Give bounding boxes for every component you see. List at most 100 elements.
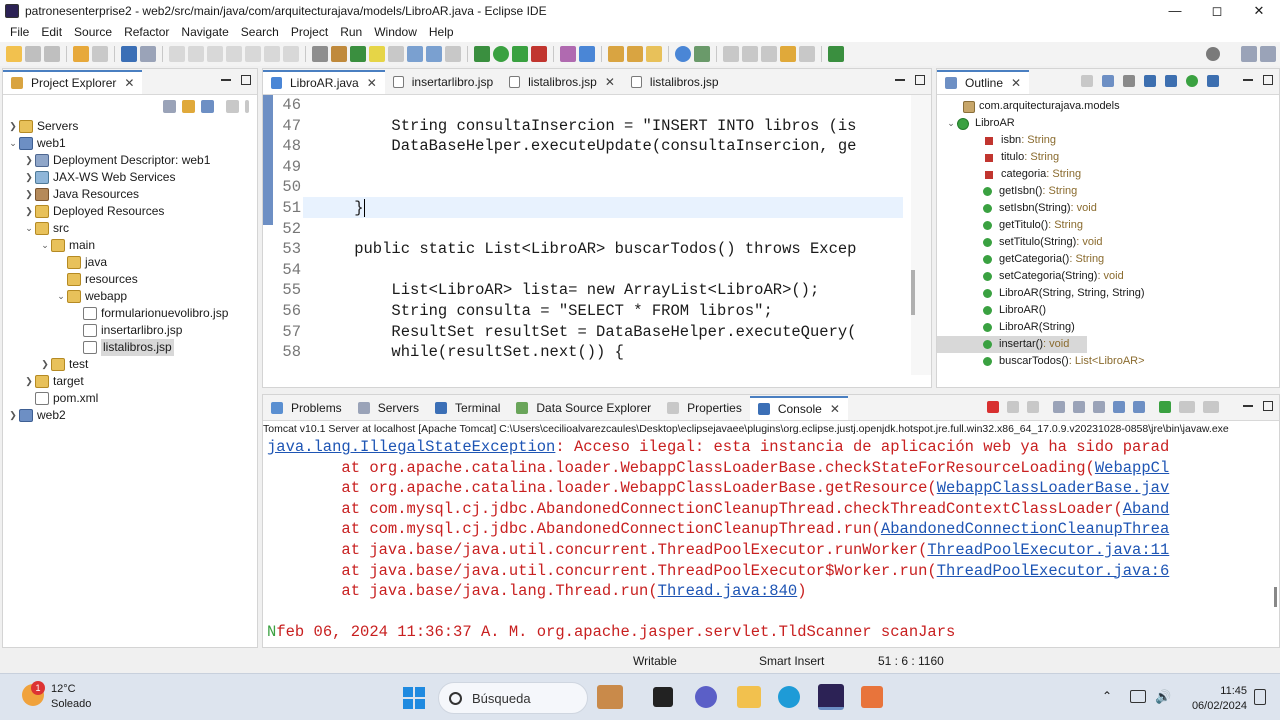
maximize-view-icon[interactable] [241,75,251,85]
outline-member[interactable]: titulo : String [937,149,1059,166]
tab-outline[interactable]: Outline ✕ [937,69,1030,94]
hide-nonpublic-icon[interactable] [1186,75,1198,87]
open-type-icon[interactable] [331,46,347,62]
scroll-lock-icon[interactable] [1073,401,1085,413]
show-whitespace-icon[interactable] [445,46,461,62]
outline-package[interactable]: com.arquitecturajava.models [937,98,1120,115]
file-explorer-icon[interactable] [737,686,761,708]
maximize-view-icon[interactable] [915,75,925,85]
java-ee-perspective-icon[interactable] [1241,46,1257,62]
tree-item-formularionuevolibro[interactable]: formularionuevolibro.jsp [3,305,228,322]
close-icon[interactable]: ✕ [124,76,134,90]
outline-member[interactable]: setTitulo(String) : void [937,234,1103,251]
sync-icon[interactable] [1081,75,1093,87]
edge-icon[interactable] [778,686,800,708]
outline-member[interactable]: LibroAR(String) [937,319,1075,336]
stack-link[interactable]: ThreadPoolExecutor.java:6 [937,562,1170,580]
undo-icon[interactable] [73,46,89,62]
highlight-icon[interactable] [369,46,385,62]
close-button[interactable]: ✕ [1238,0,1280,22]
clock[interactable]: 11:45 06/02/2024 [1183,684,1247,714]
outline-member[interactable]: setIsbn(String) : void [937,200,1097,217]
widgets-icon[interactable] [597,685,623,709]
show-stderr-icon[interactable] [1133,401,1145,413]
sort-icon[interactable] [1123,75,1135,87]
tab-console[interactable]: Console ✕ [749,395,848,420]
menu-source[interactable]: Source [68,25,118,39]
remove-all-icon[interactable] [1027,401,1039,413]
maximize-view-icon[interactable] [1263,401,1273,411]
globe-icon[interactable] [675,46,691,62]
tree-item-web2[interactable]: ❯ web2 [3,407,66,424]
tab-insertarlibro-jsp[interactable]: insertarlibro.jsp [385,70,501,94]
tab-terminal[interactable]: Terminal [427,396,508,420]
save-all-icon[interactable] [44,46,60,62]
search-tool-icon[interactable] [646,46,662,62]
tab-problems[interactable]: Problems [263,396,350,420]
tree-item-main[interactable]: ⌄ main [3,237,95,254]
next-annotation-icon[interactable] [388,46,404,62]
outline-member[interactable]: getIsbn() : String [937,183,1077,200]
app-icon[interactable] [861,686,883,708]
tab-data-source-explorer[interactable]: Data Source Explorer [508,396,659,420]
step-into-icon[interactable] [245,46,261,62]
outline-member[interactable]: categoria : String [937,166,1081,183]
debug-icon[interactable] [474,46,490,62]
close-icon[interactable]: ✕ [1011,76,1021,90]
tree-item-deployment-descriptor[interactable]: ❯ Deployment Descriptor: web1 [3,152,210,169]
pin-icon[interactable] [723,46,739,62]
exception-link[interactable]: java.lang.IllegalStateException [267,438,555,456]
hide-static-icon[interactable] [1165,75,1177,87]
start-button[interactable] [403,687,425,709]
stack-link[interactable]: WebappCl [1095,459,1169,477]
run-server-icon[interactable] [512,46,528,62]
tree-item-servers[interactable]: ❯ Servers [3,118,78,135]
vertical-scrollbar[interactable] [911,95,931,375]
word-wrap-icon[interactable] [1093,401,1105,413]
menu-run[interactable]: Run [334,25,368,39]
tree-item-insertarlibro[interactable]: insertarlibro.jsp [3,322,182,339]
close-icon[interactable]: ✕ [605,75,615,89]
menu-help[interactable]: Help [423,25,460,39]
web-browser-icon[interactable] [426,46,442,62]
open-folder-icon[interactable] [608,46,624,62]
redo-icon[interactable] [92,46,108,62]
menu-window[interactable]: Window [368,25,423,39]
new-class-icon[interactable] [579,46,595,62]
menu-project[interactable]: Project [285,25,334,39]
step-return-icon[interactable] [283,46,299,62]
collapse-all-icon[interactable] [163,99,176,113]
outline-member[interactable]: buscarTodos() : List<LibroAR> [937,353,1145,370]
menu-refactor[interactable]: Refactor [118,25,175,39]
volume-icon[interactable]: 🔊 [1155,689,1171,705]
task-view-icon[interactable] [653,687,673,707]
outline-class[interactable]: ⌄ LibroAR [937,115,1015,132]
outline-member[interactable]: setCategoria(String) : void [937,268,1124,285]
focus-icon[interactable] [226,99,239,113]
new-server-icon[interactable] [560,46,576,62]
tree-item-pom[interactable]: pom.xml [3,390,98,407]
view-menu-icon[interactable] [245,99,249,113]
notifications-icon[interactable] [1254,689,1266,705]
open-console-icon[interactable] [1203,401,1219,413]
minimize-view-icon[interactable] [895,75,905,81]
tab-libroar-java[interactable]: LibroAR.java ✕ [263,69,385,94]
outline-member[interactable]: LibroAR() [937,302,1046,319]
run-icon[interactable] [493,46,509,62]
maximize-button[interactable]: ◻ [1196,0,1238,22]
teams-icon[interactable] [695,686,717,708]
menu-file[interactable]: File [4,25,35,39]
open-file-icon[interactable] [627,46,643,62]
show-stdout-icon[interactable] [1113,401,1125,413]
stack-link[interactable]: Thread.java:840 [658,582,798,600]
menu-navigate[interactable]: Navigate [175,25,234,39]
tree-item-resources[interactable]: resources [3,271,138,288]
prev-edit-icon[interactable] [761,46,777,62]
console-scrollbar[interactable] [1274,587,1277,607]
tree-item-web1[interactable]: ⌄ web1 [3,135,66,152]
back-icon[interactable] [780,46,796,62]
remove-launch-icon[interactable] [1007,401,1019,413]
minimize-view-icon[interactable] [221,75,231,81]
new-icon[interactable] [6,46,22,62]
clear-console-icon[interactable] [1053,401,1065,413]
